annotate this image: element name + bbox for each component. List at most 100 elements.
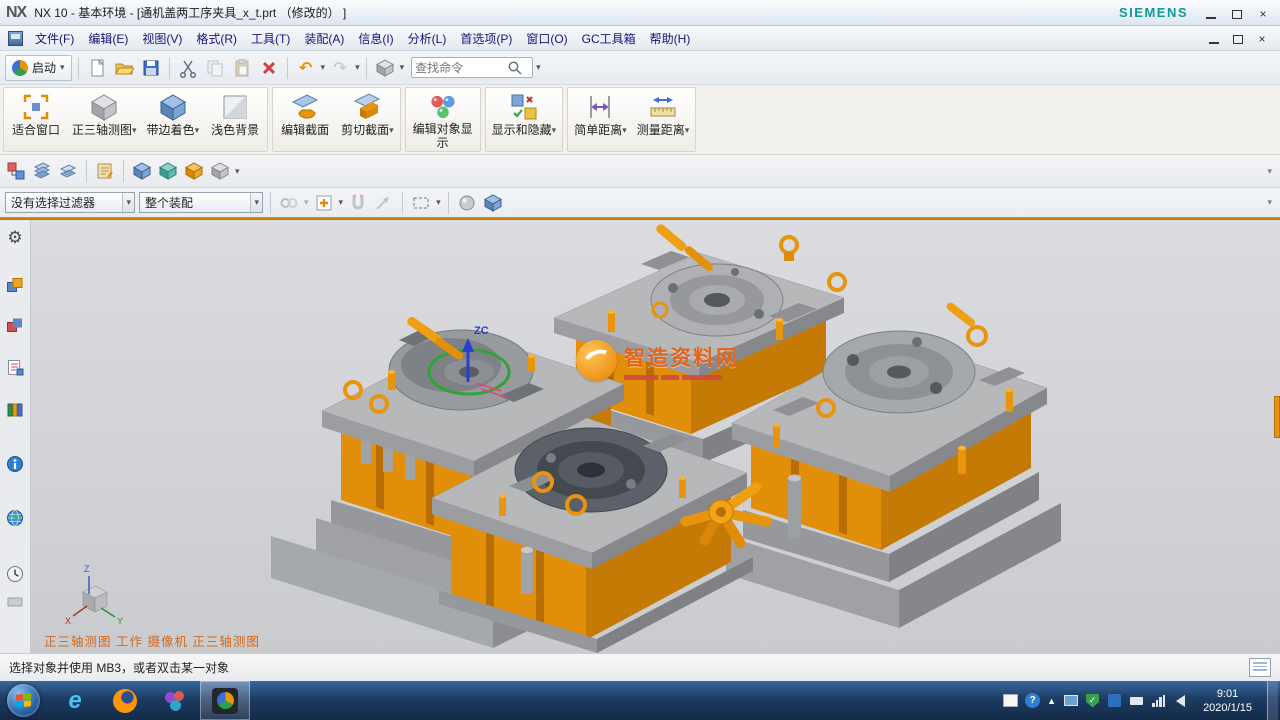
menu-preferences[interactable]: 首选项(P) — [453, 27, 519, 50]
new-button[interactable] — [85, 55, 109, 80]
assembly-constraints-button[interactable] — [5, 160, 27, 182]
taskbar-firefox[interactable] — [100, 681, 150, 720]
menu-information[interactable]: 信息(I) — [351, 27, 400, 50]
command-search-input[interactable] — [415, 61, 507, 75]
chevron-down-icon[interactable]: ▾ — [132, 123, 137, 137]
show-hidden-icons-button[interactable]: ▲ — [1047, 696, 1056, 706]
add-to-selection-button[interactable] — [313, 192, 335, 214]
remember-assembly-constraints-button[interactable] — [94, 160, 116, 182]
component-dropdown[interactable]: ▾ — [235, 166, 240, 177]
reuse-library-button[interactable] — [3, 398, 27, 422]
chevron-down-icon[interactable]: ▾ — [685, 123, 690, 137]
measure-distance-button[interactable]: 测量距离▾ — [632, 89, 695, 150]
light-background-button[interactable]: 浅色背景 — [204, 89, 266, 150]
chevron-down-icon[interactable]: ▾ — [122, 193, 134, 212]
start-button[interactable] — [7, 684, 40, 717]
menu-gc-toolbox[interactable]: GC工具箱 — [575, 27, 643, 50]
delete-button[interactable] — [257, 55, 281, 80]
snap-enable-button[interactable] — [373, 192, 395, 214]
chevron-down-icon[interactable]: ▾ — [195, 123, 200, 137]
chevron-down-icon[interactable]: ▾ — [552, 123, 557, 137]
touch-mode-button[interactable] — [373, 55, 397, 80]
copy-button[interactable] — [203, 55, 227, 80]
part-navigator-button[interactable] — [3, 356, 27, 380]
selection-scope-dropdown[interactable]: 整个装配 ▾ — [139, 192, 263, 213]
chain-dropdown[interactable]: ▾ — [304, 197, 309, 208]
search-dropdown[interactable]: ▾ — [536, 62, 541, 73]
paste-button[interactable] — [230, 55, 254, 80]
volume-tray-icon[interactable] — [1173, 693, 1188, 708]
menu-assembly[interactable]: 装配(A) — [297, 27, 351, 50]
viewport-resize-grip[interactable] — [1274, 396, 1280, 438]
snap-point-button[interactable] — [347, 192, 369, 214]
chevron-down-icon[interactable]: ▾ — [250, 193, 262, 212]
move-component-button[interactable] — [131, 160, 153, 182]
menu-tools[interactable]: 工具(T) — [244, 27, 297, 50]
taskbar-clock[interactable]: 9:01 2020/1/15 — [1195, 687, 1260, 715]
new-component-button[interactable] — [209, 160, 231, 182]
shaded-with-edges-button[interactable]: 带边着色▾ — [142, 89, 205, 150]
redo-dropdown[interactable]: ▾ — [355, 62, 360, 73]
show-and-hide-button[interactable]: 显示和隐藏▾ — [487, 89, 562, 150]
undo-button[interactable]: ↶ — [294, 55, 318, 80]
rectangle-select-button[interactable] — [410, 192, 432, 214]
highlight-sphere-button[interactable] — [456, 192, 478, 214]
mdi-minimize-button[interactable] — [1207, 32, 1221, 44]
taskbar-nx-active[interactable] — [200, 681, 250, 720]
palette-partial-button[interactable] — [3, 590, 27, 614]
usb-tray-icon[interactable] — [1129, 693, 1144, 708]
touch-mode-dropdown[interactable]: ▾ — [400, 62, 405, 73]
cut-button[interactable] — [176, 55, 200, 80]
save-button[interactable] — [139, 55, 163, 80]
mdi-restore-button[interactable] — [1231, 32, 1245, 44]
information-button[interactable] — [3, 452, 27, 476]
maximize-button[interactable] — [1230, 7, 1244, 19]
layer-visible-in-view-button[interactable] — [57, 160, 79, 182]
edit-section-button[interactable]: 编辑截面 — [274, 89, 336, 150]
selection-mode-dropdown[interactable]: ▾ — [339, 197, 344, 208]
layer-settings-button[interactable] — [31, 160, 53, 182]
simple-distance-button[interactable]: 简单距离▾ — [569, 89, 632, 150]
clip-section-button[interactable]: 剪切截面▾ — [336, 89, 399, 150]
menu-window[interactable]: 窗口(O) — [519, 27, 574, 50]
close-button[interactable]: × — [1256, 7, 1270, 19]
show-desktop-button[interactable] — [1267, 681, 1278, 720]
menu-help[interactable]: 帮助(H) — [643, 27, 698, 50]
graphics-viewport[interactable]: ZC Z X Y 智造资料网 正三轴测图 工作 摄像机 正 — [31, 220, 1280, 653]
taskbar-internet-explorer[interactable]: e — [50, 681, 100, 720]
help-tray-icon[interactable]: ? — [1025, 693, 1040, 708]
menu-format[interactable]: 格式(R) — [189, 27, 244, 50]
marquee-dropdown[interactable]: ▾ — [436, 197, 441, 208]
start-menu-button[interactable]: 启动 ▾ — [5, 55, 72, 81]
redo-button[interactable]: ↷ — [328, 55, 352, 80]
constraint-navigator-button[interactable] — [3, 314, 27, 338]
wave-geometry-linker-button[interactable] — [183, 160, 205, 182]
network-tray-icon[interactable] — [1151, 693, 1166, 708]
toolbar-overflow-icon[interactable]: ▾ — [1267, 197, 1275, 208]
history-button[interactable] — [3, 562, 27, 586]
menu-file[interactable]: 文件(F) — [28, 27, 81, 50]
assembly-navigator-button[interactable] — [3, 274, 27, 298]
taskbar-app[interactable] — [150, 681, 200, 720]
undo-dropdown[interactable]: ▾ — [321, 62, 326, 73]
security-shield-icon[interactable]: ✓ — [1085, 693, 1100, 708]
open-button[interactable] — [112, 55, 136, 80]
roles-gear-button[interactable]: ⚙ — [3, 226, 27, 250]
menu-view[interactable]: 视图(V) — [135, 27, 189, 50]
update-tray-icon[interactable] — [1107, 693, 1122, 708]
internet-explorer-button[interactable] — [3, 506, 27, 530]
notes-icon[interactable] — [1249, 658, 1271, 677]
minimize-button[interactable] — [1204, 7, 1218, 19]
command-finder[interactable] — [411, 57, 533, 78]
menu-edit[interactable]: 编辑(E) — [81, 27, 135, 50]
mdi-close-button[interactable]: × — [1255, 32, 1269, 44]
display-tray-icon[interactable] — [1063, 693, 1078, 708]
select-chain-button[interactable] — [278, 192, 300, 214]
selection-filter-dropdown[interactable]: 没有选择过滤器 ▾ — [5, 192, 135, 213]
toolbar-overflow-icon[interactable]: ▾ — [1267, 166, 1275, 177]
show-degrees-of-freedom-button[interactable] — [157, 160, 179, 182]
edit-object-display-button[interactable]: 编辑对象显示 — [407, 89, 479, 150]
chevron-down-icon[interactable]: ▾ — [622, 123, 627, 137]
language-indicator-icon[interactable] — [1003, 694, 1018, 707]
3d-model-canvas[interactable]: ZC Z X Y — [31, 220, 1280, 653]
